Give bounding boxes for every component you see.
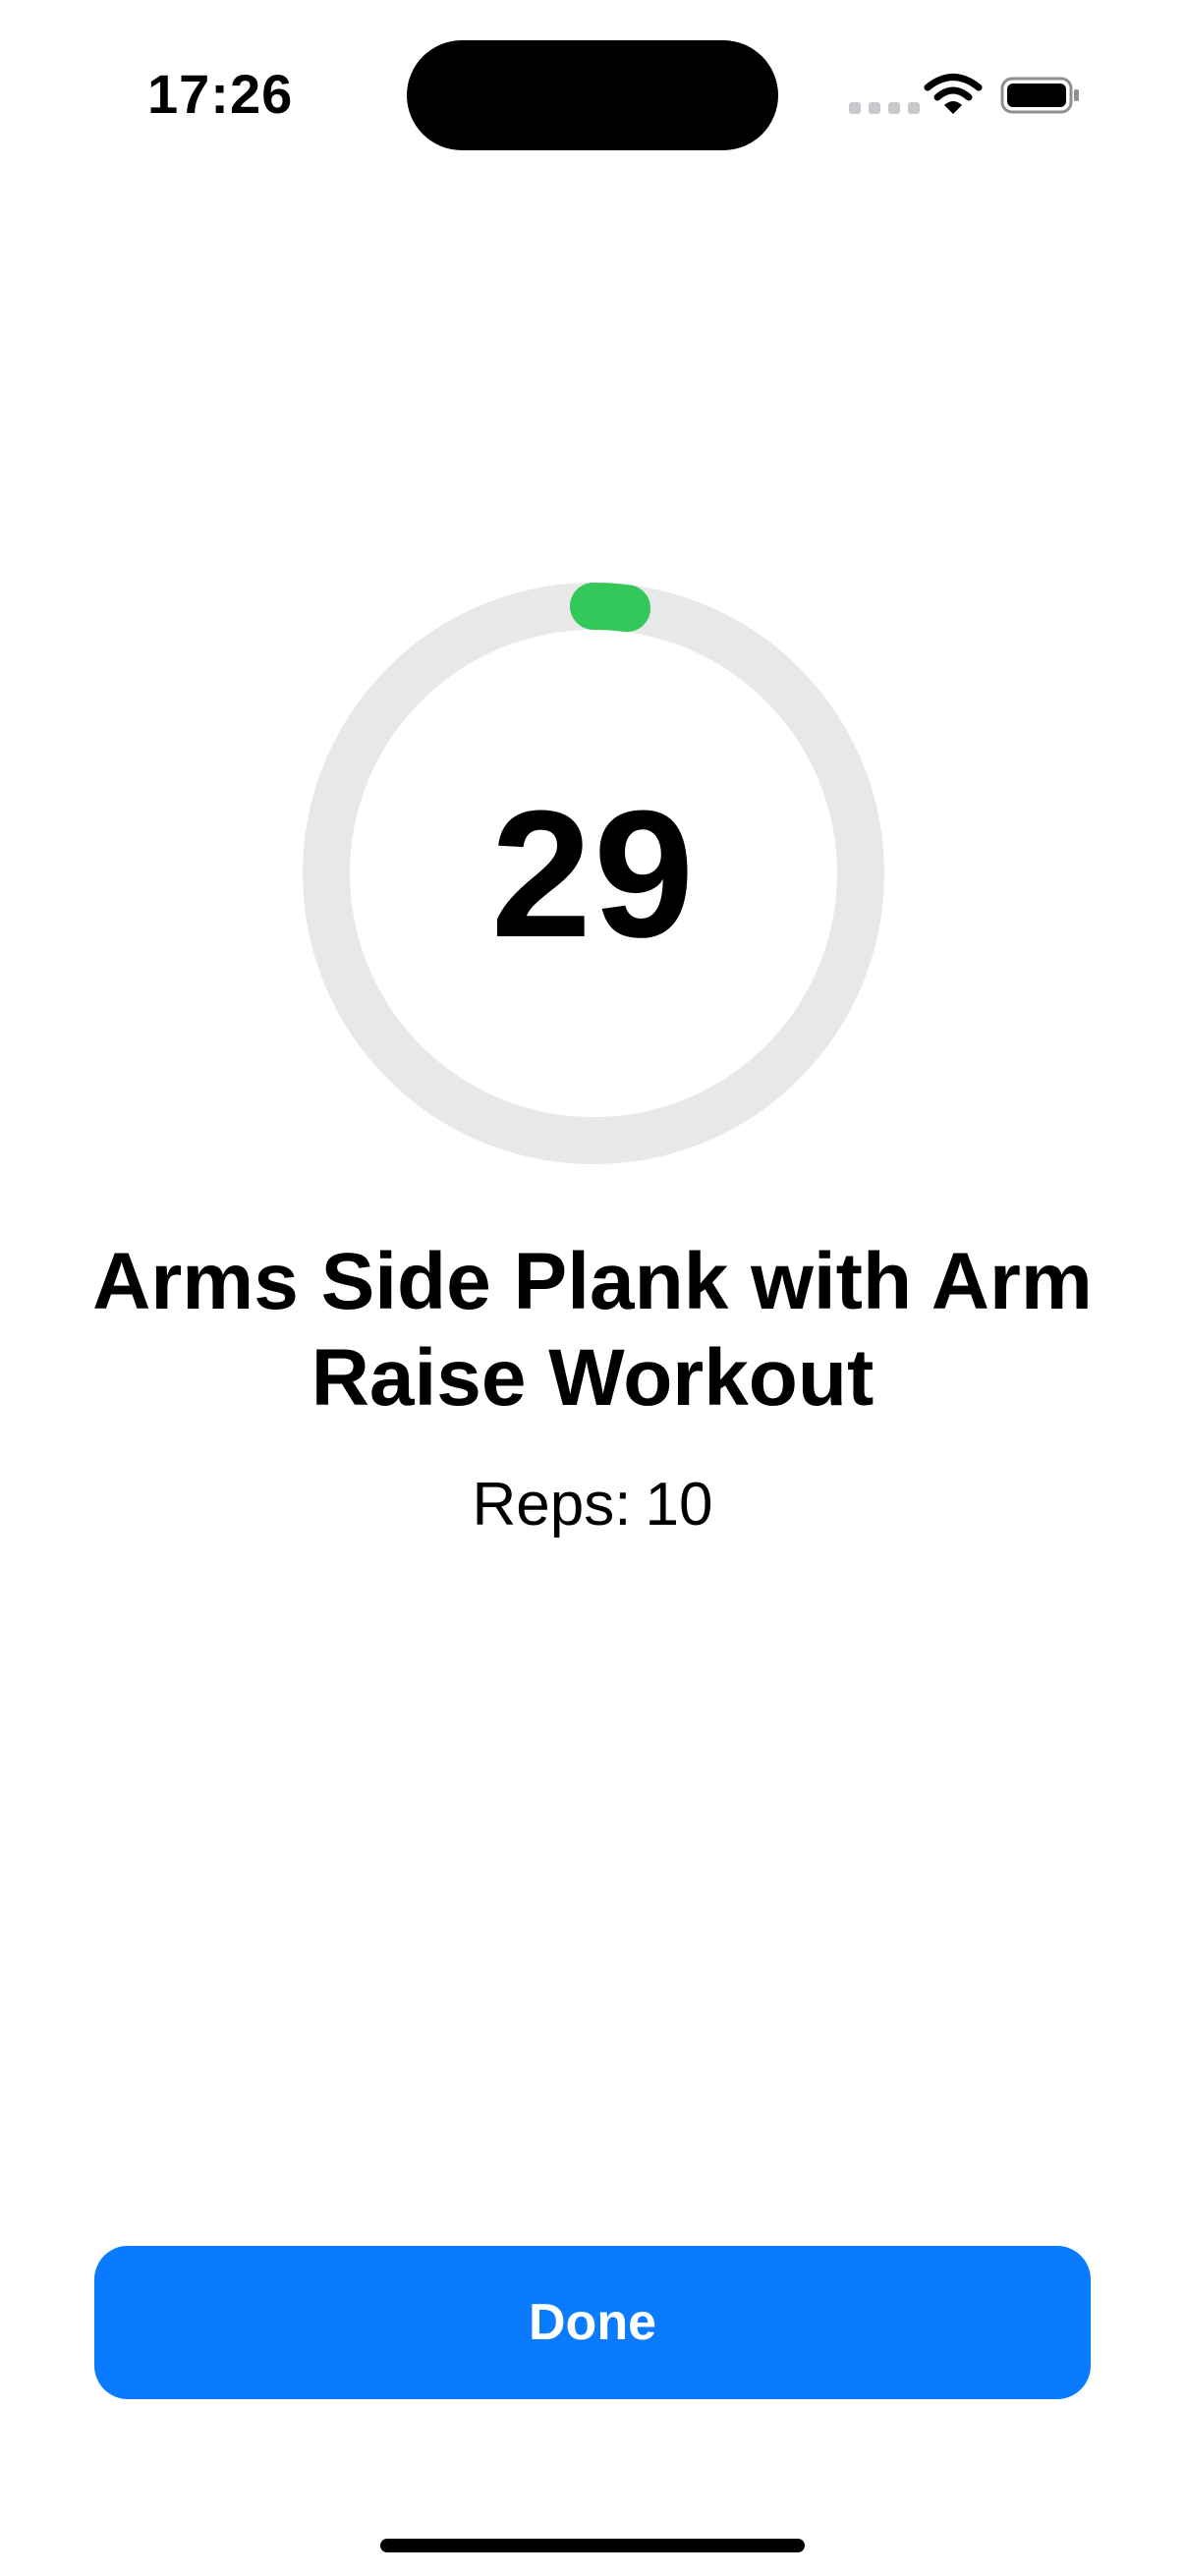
done-button-label: Done <box>529 2294 656 2351</box>
status-bar-time: 17:26 <box>147 63 294 125</box>
battery-icon <box>1000 77 1079 114</box>
timer-countdown: 29 <box>490 772 697 975</box>
reps-label: Reps: <box>472 1471 632 1539</box>
cellular-signal-icon <box>849 102 920 114</box>
wifi-icon <box>924 74 983 114</box>
reps-value: 10 <box>645 1471 713 1539</box>
home-indicator <box>380 2539 805 2552</box>
done-button[interactable]: Done <box>94 2246 1091 2399</box>
reps-info: Reps: 10 <box>0 1468 1185 1542</box>
dynamic-island <box>407 40 778 150</box>
workout-title: Arms Side Plank with Arm Raise Workout <box>92 1237 1093 1423</box>
